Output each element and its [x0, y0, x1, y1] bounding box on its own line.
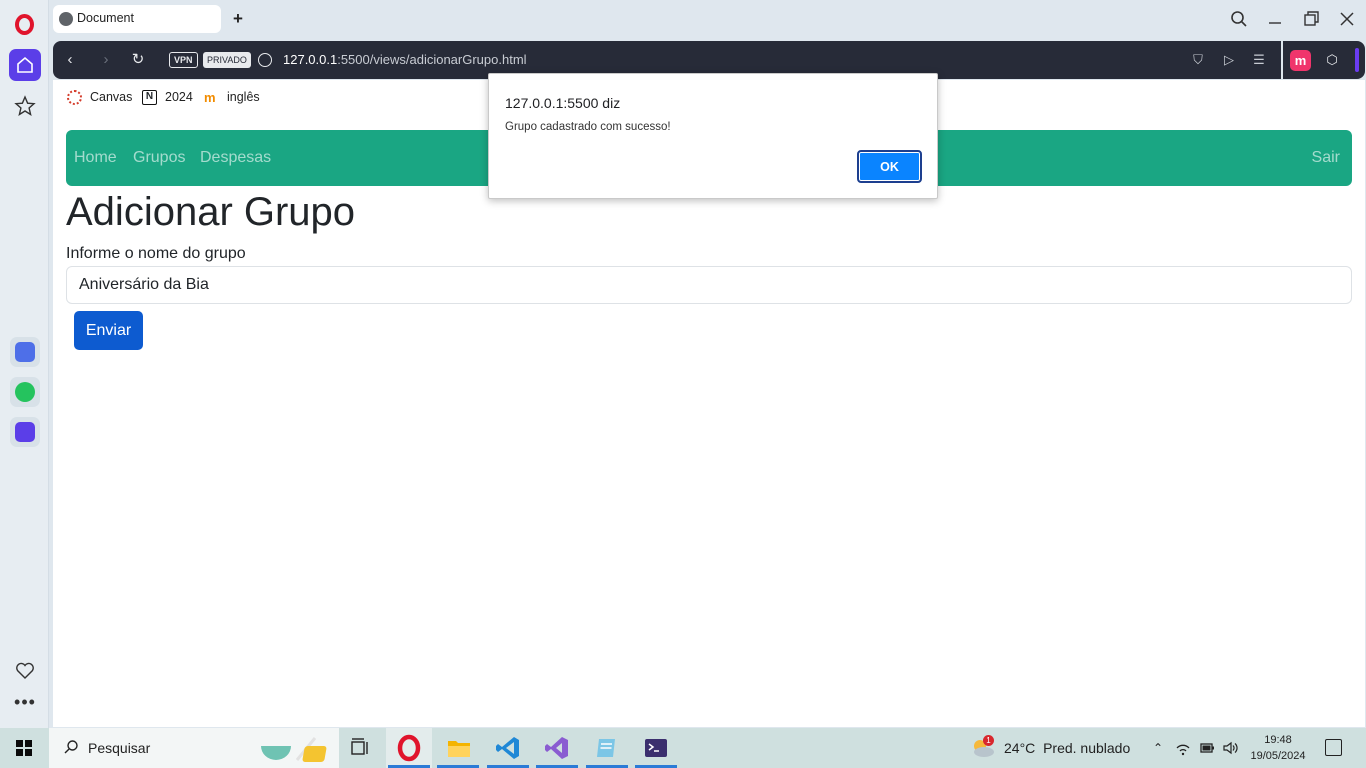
vscode-icon[interactable] — [494, 734, 522, 762]
shield-icon[interactable]: ⛉ — [1190, 52, 1206, 68]
private-badge: PRIVADO — [203, 52, 251, 68]
url-host: 127.0.0.1 — [283, 52, 338, 67]
notifications-icon[interactable] — [1325, 739, 1342, 756]
page-title: Adicionar Grupo — [66, 190, 356, 234]
group-name-input[interactable] — [66, 266, 1352, 304]
clock-date: 19/05/2024 — [1250, 750, 1306, 762]
clock[interactable]: 19:48 19/05/2024 — [1248, 732, 1308, 764]
weather-alert-badge: 1 — [983, 735, 994, 746]
new-tab-icon[interactable]: + — [229, 10, 247, 28]
site-info-icon[interactable] — [258, 53, 272, 67]
whatsapp-icon[interactable] — [10, 377, 40, 407]
battery-icon[interactable] — [1199, 740, 1215, 756]
extensions-bar: m ⬡ — [1283, 41, 1365, 79]
opera-logo-icon[interactable] — [15, 14, 34, 35]
tab-title: Document — [77, 11, 134, 25]
reload-icon[interactable]: ↻ — [129, 51, 147, 69]
taskbar: Pesquisar 1 24°C Pred. nublado ⌃ 19:48 1… — [0, 728, 1366, 768]
search-tabs-icon[interactable] — [1229, 9, 1249, 29]
bookmark-ingles[interactable]: inglês — [227, 90, 260, 104]
taskbar-search[interactable]: Pesquisar — [49, 728, 339, 768]
tab-favicon-icon — [59, 12, 73, 26]
opera-taskbar-icon[interactable] — [395, 734, 423, 762]
app-store-icon[interactable] — [10, 337, 40, 367]
notepad-icon[interactable] — [593, 734, 621, 762]
music-player-icon[interactable] — [10, 417, 40, 447]
network-icon[interactable] — [1175, 740, 1191, 756]
canvas-icon — [67, 90, 82, 105]
alert-ok-button[interactable]: OK — [857, 150, 922, 183]
easy-setup-icon[interactable]: ☰ — [1251, 52, 1267, 68]
weather-temp: 24°C — [1004, 740, 1036, 756]
notion-icon: N — [142, 90, 157, 105]
restore-icon[interactable] — [1301, 9, 1321, 29]
minimize-icon[interactable] — [1265, 9, 1285, 29]
nav-logout[interactable]: Sair — [1312, 149, 1340, 167]
close-icon[interactable] — [1337, 9, 1357, 29]
home-icon[interactable] — [9, 49, 41, 81]
search-placeholder: Pesquisar — [88, 740, 151, 756]
extension-m-icon[interactable]: m — [1290, 50, 1311, 71]
extensions-cube-icon[interactable]: ⬡ — [1324, 52, 1340, 68]
bookmarks-star-icon[interactable] — [14, 95, 36, 117]
tab-document[interactable]: Document — [53, 5, 221, 33]
opera-sidebar: ••• — [0, 0, 49, 728]
vpn-badge[interactable]: VPN — [169, 52, 198, 68]
submit-button[interactable]: Enviar — [74, 311, 143, 350]
url-path: :5500/views/adicionarGrupo.html — [337, 52, 527, 67]
alert-dialog: 127.0.0.1:5500 diz Grupo cadastrado com … — [488, 73, 938, 199]
weather-desc: Pred. nublado — [1043, 740, 1131, 756]
bookmark-canvas[interactable]: Canvas — [90, 90, 132, 104]
forward-icon[interactable]: › — [97, 51, 115, 69]
windows-start-icon[interactable] — [16, 740, 32, 756]
volume-icon[interactable] — [1222, 740, 1238, 756]
alert-message: Grupo cadastrado com sucesso! — [505, 121, 671, 133]
tab-bar: Document + — [49, 0, 1366, 40]
send-icon[interactable]: ▷ — [1221, 52, 1237, 68]
more-options-icon[interactable]: ••• — [14, 692, 36, 712]
back-icon[interactable]: ‹ — [61, 51, 79, 69]
alert-title: 127.0.0.1:5500 diz — [505, 95, 621, 111]
search-icon — [64, 740, 78, 754]
nav-despesas[interactable]: Despesas — [200, 149, 271, 167]
nav-grupos[interactable]: Grupos — [133, 149, 185, 167]
group-name-label: Informe o nome do grupo — [66, 245, 246, 262]
chevron-up-icon[interactable]: ⌃ — [1150, 740, 1166, 756]
page-content: Home Grupos Despesas Sair Adicionar Grup… — [53, 114, 1365, 727]
file-explorer-icon[interactable] — [445, 734, 473, 762]
terminal-icon[interactable] — [642, 734, 670, 762]
heart-icon[interactable] — [14, 660, 36, 682]
url-field[interactable]: 127.0.0.1:5500/views/adicionarGrupo.html — [283, 52, 527, 67]
search-highlight-art-icon — [261, 737, 327, 762]
visual-studio-icon[interactable] — [543, 734, 571, 762]
task-view-icon[interactable] — [346, 734, 374, 762]
sidebar-accent-bar — [1355, 48, 1359, 72]
clock-time: 19:48 — [1264, 734, 1292, 746]
bookmark-2024[interactable]: 2024 — [165, 90, 193, 104]
moodle-icon: m — [204, 90, 216, 105]
weather-text[interactable]: 24°C Pred. nublado — [1004, 740, 1130, 756]
nav-home[interactable]: Home — [74, 149, 117, 167]
